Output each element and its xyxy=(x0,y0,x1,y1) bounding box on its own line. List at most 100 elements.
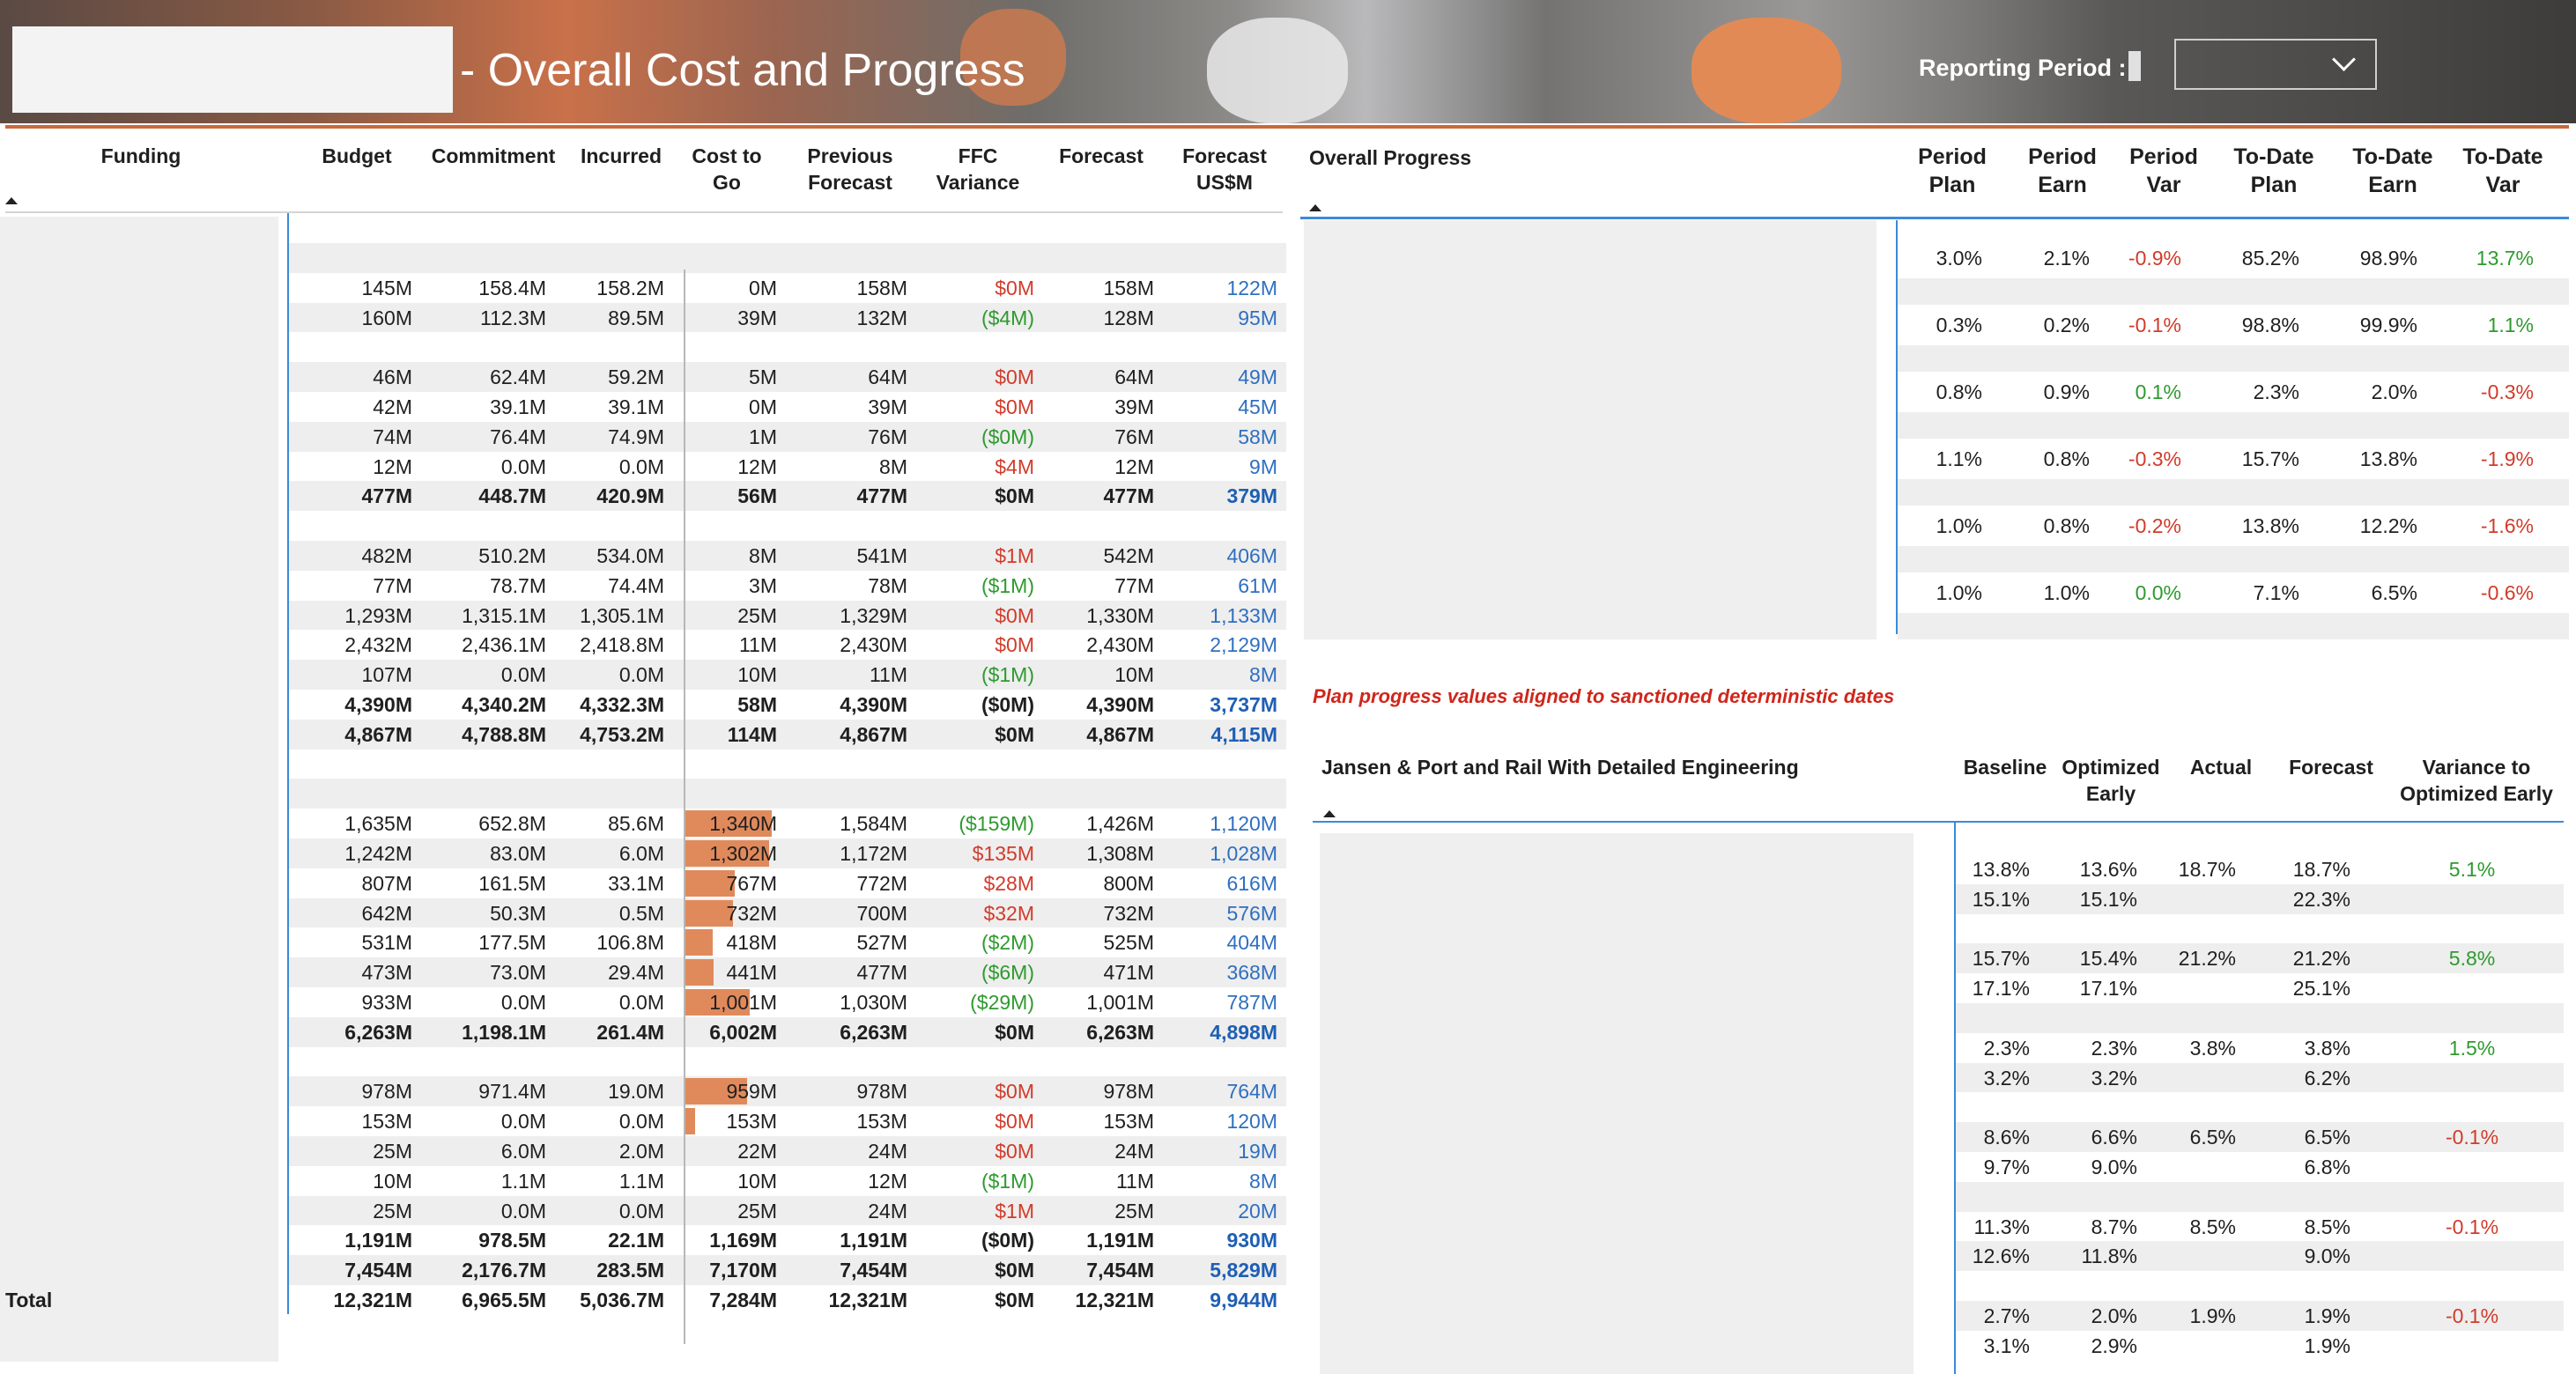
table-row[interactable]: 107M 0.0M 0.0M 10M 11M ($1M) 10M 8M xyxy=(0,660,1286,690)
sort-arrow-icon[interactable] xyxy=(1323,810,1336,817)
table-row[interactable]: 7,454M 2,176.7M 283.5M 7,170M 7,454M $0M 7,454… xyxy=(0,1255,1286,1285)
column-header[interactable]: Previous Forecast xyxy=(775,143,925,196)
table-cell: 15.7% xyxy=(1972,947,2030,971)
column-header[interactable]: Budget xyxy=(300,143,414,169)
table-row[interactable]: 13.8% 13.6% 18.7% 18.7% 5.1% xyxy=(1300,854,2569,884)
table-row[interactable]: 3.0% 2.1% -0.9% 85.2% 98.9% 13.7% xyxy=(1300,243,2569,277)
column-header[interactable]: Period Earn xyxy=(2014,143,2111,199)
column-header[interactable]: Cost to Go xyxy=(678,143,775,196)
table-cell: 0.0M xyxy=(500,1199,546,1223)
table-row[interactable]: 2.3% 2.3% 3.8% 3.8% 1.5% xyxy=(1300,1033,2569,1063)
table-cell: 1,635M xyxy=(344,812,412,836)
table-cell: 132M xyxy=(856,306,907,329)
table-row[interactable]: 77M 78.7M 74.4M 3M 78M ($1M) 77M 61M xyxy=(0,571,1286,601)
column-header[interactable]: Incurred xyxy=(573,143,670,169)
table-row[interactable]: 8.6% 6.6% 6.5% 6.5% -0.1% xyxy=(1300,1122,2569,1152)
table-row[interactable]: 42M 39.1M 39.1M 0M 39M $0M 39M 45M xyxy=(0,392,1286,422)
table-row[interactable]: 1,635M 652.8M 85.6M 1,340M 1,584M ($159M) 1,42… xyxy=(0,809,1286,838)
column-header[interactable]: Variance to Optimized Early xyxy=(2384,754,2569,807)
column-header[interactable]: Period Var xyxy=(2120,143,2208,199)
total-row[interactable]: Total 12,321M 6,965.5M 5,036.7M 7,284M 12,321… xyxy=(0,1285,1286,1315)
table-cell: 24M xyxy=(868,1140,907,1163)
table-cell: 10M xyxy=(373,1169,412,1193)
table-cell: 25.1% xyxy=(2292,977,2350,1001)
table-row[interactable]: 477M 448.7M 420.9M 56M 477M $0M 477M 379M xyxy=(0,481,1286,511)
table-row[interactable]: 1.1% 0.8% -0.3% 15.7% 13.8% -1.9% xyxy=(1300,444,2569,477)
table-row[interactable]: 2.7% 2.0% 1.9% 1.9% -0.1% xyxy=(1300,1301,2569,1331)
table-row[interactable]: 3.1% 2.9% 1.9% xyxy=(1300,1331,2569,1361)
column-header[interactable]: To-Date Var xyxy=(2446,143,2560,199)
table-cell: 1,198.1M xyxy=(462,1020,546,1044)
table-cell: 13.8% xyxy=(1972,858,2030,881)
table-row[interactable]: 0.8% 0.9% 0.1% 2.3% 2.0% -0.3% xyxy=(1300,377,2569,410)
table-row[interactable]: 9.7% 9.0% 6.8% xyxy=(1300,1152,2569,1182)
table-row[interactable]: 531M 177.5M 106.8M 418M 527M ($2M) 525M 404M xyxy=(0,927,1286,957)
column-header[interactable]: To-Date Earn xyxy=(2331,143,2454,199)
table-row[interactable]: 46M 62.4M 59.2M 5M 64M $0M 64M 49M xyxy=(0,362,1286,392)
table-row[interactable]: 2,432M 2,436.1M 2,418.8M 11M 2,430M $0M 2,430M… xyxy=(0,630,1286,660)
table-cell: 5.8% xyxy=(2448,947,2496,971)
column-header[interactable]: Forecast US$M xyxy=(1154,143,1295,196)
table-row[interactable]: 160M 112.3M 89.5M 39M 132M ($4M) 128M 95M xyxy=(0,303,1286,333)
table-cell: 161.5M xyxy=(478,871,546,895)
table-row[interactable]: 482M 510.2M 534.0M 8M 541M $1M 542M 406M xyxy=(0,541,1286,571)
table-cell: 8.6% xyxy=(1983,1126,2030,1149)
table-cell: 1,330M xyxy=(1086,603,1154,627)
column-header[interactable]: Funding xyxy=(35,143,247,169)
table-cell: 58M xyxy=(1238,425,1277,448)
sort-arrow-icon[interactable] xyxy=(1309,204,1321,211)
table-cell: 1,329M xyxy=(840,603,907,627)
table-cell: 1,028M xyxy=(1210,842,1277,865)
table-cell: 1,242M xyxy=(344,842,412,865)
table-row[interactable]: 12M 0.0M 0.0M 12M 8M $4M 12M 9M xyxy=(0,452,1286,482)
table-row[interactable]: 807M 161.5M 33.1M 767M 772M $28M 800M 616M xyxy=(0,868,1286,898)
column-header[interactable]: Forecast xyxy=(1040,143,1163,169)
table-cell: 1M xyxy=(749,425,777,448)
table-row[interactable]: 153M 0.0M 0.0M 153M 153M $0M 153M 120M xyxy=(0,1106,1286,1136)
table-row[interactable]: 11.3% 8.7% 8.5% 8.5% -0.1% xyxy=(1300,1212,2569,1242)
table-row[interactable]: 3.2% 3.2% 6.2% xyxy=(1300,1063,2569,1093)
table-row[interactable]: 933M 0.0M 0.0M 1,001M 1,030M ($29M) 1,001M 787M xyxy=(0,987,1286,1017)
table-cell: 10M xyxy=(1114,663,1154,687)
table-row[interactable]: 4,390M 4,340.2M 4,332.3M 58M 4,390M ($0M) 4,39… xyxy=(0,690,1286,720)
table-cell: 4,390M xyxy=(1086,693,1154,716)
table-row[interactable]: 17.1% 17.1% 25.1% xyxy=(1300,973,2569,1003)
table-row[interactable]: 1.0% 1.0% 0.0% 7.1% 6.5% -0.6% xyxy=(1300,578,2569,611)
table-row[interactable]: 978M 971.4M 19.0M 959M 978M $0M 978M 764M xyxy=(0,1076,1286,1106)
column-header[interactable]: Baseline xyxy=(1952,754,2058,780)
table-cell: 2.3% xyxy=(1983,1036,2030,1060)
table-row[interactable]: 25M 6.0M 2.0M 22M 24M $0M 24M 19M xyxy=(0,1136,1286,1166)
table-row[interactable]: 0.3% 0.2% -0.1% 98.8% 99.9% 1.1% xyxy=(1300,310,2569,344)
table-cell: $0M xyxy=(995,722,1034,746)
table-row[interactable]: 74M 76.4M 74.9M 1M 76M ($0M) 76M 58M xyxy=(0,422,1286,452)
column-header[interactable]: Optimized Early xyxy=(2058,754,2164,807)
column-header[interactable]: Period Plan xyxy=(1908,143,1996,199)
sort-arrow-icon[interactable] xyxy=(5,197,18,204)
table-cell: 471M xyxy=(1103,961,1154,985)
table-row[interactable]: 12.6% 11.8% 9.0% xyxy=(1300,1241,2569,1271)
reporting-period-dropdown[interactable] xyxy=(2174,39,2377,90)
table-cell: 25M xyxy=(373,1199,412,1223)
table-row[interactable]: 15.1% 15.1% 22.3% xyxy=(1300,884,2569,914)
table-row[interactable]: 6,263M 1,198.1M 261.4M 6,002M 6,263M $0M 6,263… xyxy=(0,1017,1286,1047)
table-row[interactable]: 473M 73.0M 29.4M 441M 477M ($6M) 471M 368M xyxy=(0,957,1286,987)
column-header[interactable]: FFC Variance xyxy=(925,143,1031,196)
table-row[interactable]: 15.7% 15.4% 21.2% 21.2% 5.8% xyxy=(1300,943,2569,973)
table-cell: 1.1% xyxy=(1936,447,1982,470)
table-row[interactable]: 10M 1.1M 1.1M 10M 12M ($1M) 11M 8M xyxy=(0,1166,1286,1196)
table-row[interactable]: 4,867M 4,788.8M 4,753.2M 114M 4,867M $0M 4,867… xyxy=(0,720,1286,750)
table-row[interactable]: 25M 0.0M 0.0M 25M 24M $1M 25M 20M xyxy=(0,1196,1286,1226)
column-header[interactable]: To-Date Plan xyxy=(2217,143,2331,199)
column-header[interactable]: Forecast xyxy=(2278,754,2384,780)
column-header[interactable]: Commitment xyxy=(414,143,573,169)
table-cell: 404M xyxy=(1226,931,1277,955)
table-row[interactable]: 145M 158.4M 158.2M 0M 158M $0M 158M 122M xyxy=(0,273,1286,303)
table-cell: 77M xyxy=(373,573,412,597)
table-row[interactable]: 642M 50.3M 0.5M 732M 700M $32M 732M 576M xyxy=(0,898,1286,928)
table-row[interactable]: 1.0% 0.8% -0.2% 13.8% 12.2% -1.6% xyxy=(1300,511,2569,544)
table-row[interactable]: 1,293M 1,315.1M 1,305.1M 25M 1,329M $0M 1,330M… xyxy=(0,601,1286,631)
table-row[interactable]: 1,242M 83.0M 6.0M 1,302M 1,172M $135M 1,308M 1,… xyxy=(0,838,1286,868)
table-cell: 99.9% xyxy=(2359,314,2417,336)
table-row[interactable]: 1,191M 978.5M 22.1M 1,169M 1,191M ($0M) 1,191M… xyxy=(0,1225,1286,1255)
column-header[interactable]: Actual xyxy=(2164,754,2278,780)
